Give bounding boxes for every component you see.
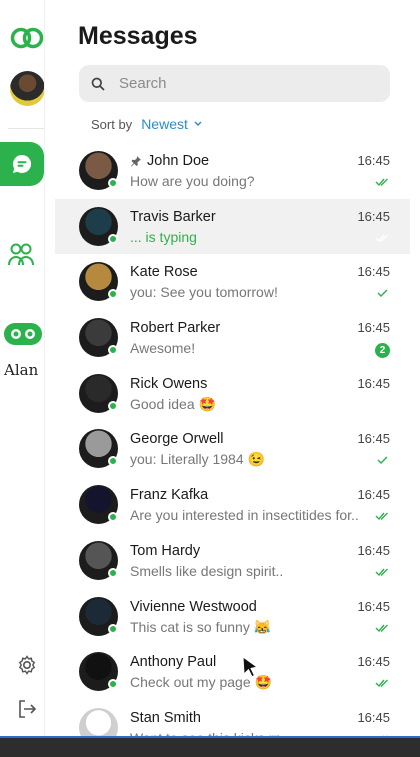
contact-name: John Doe xyxy=(147,153,210,169)
rail-divider xyxy=(8,128,46,129)
contact-name-row: Vivienne Westwood xyxy=(130,599,257,615)
nav-messages-button[interactable] xyxy=(0,142,44,186)
search-icon xyxy=(91,77,105,91)
message-time: 16:45 xyxy=(357,709,390,725)
message-time: 16:45 xyxy=(357,264,390,280)
sort-control: Sort by Newest xyxy=(91,116,202,132)
conversation-item[interactable]: Vivienne Westwood This cat is so funny 😹 1… xyxy=(55,589,410,645)
contact-name: Anthony Paul xyxy=(130,654,217,671)
online-status-dot xyxy=(108,289,118,300)
contact-name: Robert Parker xyxy=(130,320,221,337)
pin-icon xyxy=(131,156,141,167)
contact-name-row: Kate Rose xyxy=(130,264,198,280)
conversation-item[interactable]: George Orwell you: Literally 1984 😉 16:45 xyxy=(55,421,410,477)
message-time: 16:45 xyxy=(357,487,390,503)
contact-name-row: Tom Hardy xyxy=(130,543,200,559)
online-status-dot xyxy=(108,178,118,188)
conversation-item[interactable]: Robert Parker Awesome! 16:45 2 xyxy=(55,310,410,366)
message-preview: How are you doing? xyxy=(130,173,255,189)
logout-icon[interactable] xyxy=(16,698,38,720)
message-time: 16:45 xyxy=(357,153,390,168)
contact-name-row: John Doe xyxy=(130,153,209,169)
sort-dropdown[interactable]: Newest xyxy=(141,116,188,132)
message-time: 16:45 xyxy=(357,208,390,224)
conversation-list: John Doe How are you doing? 16:45 Travis Ba… xyxy=(55,143,410,756)
double-check-icon xyxy=(375,234,388,242)
contact-name: Kate Rose xyxy=(130,264,198,281)
message-time: 16:45 xyxy=(357,598,390,614)
message-preview: Good idea 🤩 xyxy=(130,395,216,412)
double-check-icon xyxy=(375,624,388,632)
message-preview: you: Literally 1984 😉 xyxy=(130,451,265,468)
contact-name-row: Anthony Paul xyxy=(130,654,216,670)
message-preview: Awesome! xyxy=(130,340,196,357)
gear-icon[interactable] xyxy=(16,654,38,676)
contact-name: Travis Barker xyxy=(130,208,216,225)
app-logo-icon[interactable] xyxy=(10,26,44,50)
messenger-app: Alan Messages Sort by Newest John Doe xyxy=(0,0,420,757)
contact-name: Stan Smith xyxy=(130,709,201,726)
message-preview: you: See you tomorrow! xyxy=(130,284,278,301)
page-title: Messages xyxy=(78,22,198,50)
message-preview: Are you interested in insectitides for.. xyxy=(130,507,359,524)
current-user-name: Alan xyxy=(4,361,39,379)
message-time: 16:45 xyxy=(357,654,390,670)
contact-name: Franz Kafka xyxy=(130,487,209,504)
search-input[interactable] xyxy=(119,75,359,92)
message-time: 16:45 xyxy=(357,431,390,447)
contact-name-row: Rick Owens xyxy=(130,376,207,392)
online-status-dot xyxy=(108,400,118,411)
contact-name-row: Franz Kafka xyxy=(130,487,208,503)
chevron-down-icon[interactable] xyxy=(194,121,202,127)
contact-name-row: Robert Parker xyxy=(130,320,220,336)
contact-name: George Orwell xyxy=(130,431,224,448)
online-status-dot xyxy=(108,679,118,690)
message-time: 16:45 xyxy=(357,542,390,558)
contact-name: Tom Hardy xyxy=(130,542,201,559)
online-status-dot xyxy=(108,623,118,634)
taskbar xyxy=(0,736,420,757)
conversation-item[interactable]: Rick Owens Good idea 🤩 16:45 xyxy=(55,366,410,422)
contact-name: Rick Owens xyxy=(130,375,208,392)
conversation-item[interactable]: Tom Hardy Smells like design spirit.. 16:4… xyxy=(55,533,410,589)
double-check-icon xyxy=(375,568,388,576)
messages-panel: Messages Sort by Newest John Doe How are … xyxy=(44,0,414,757)
contact-name-row: Travis Barker xyxy=(130,209,216,225)
conversation-item[interactable]: Anthony Paul Check out my page 🤩 16:45 xyxy=(55,644,410,700)
message-time: 16:45 xyxy=(357,320,390,336)
double-check-icon xyxy=(375,178,388,187)
contact-name-row: Stan Smith xyxy=(130,710,201,726)
contacts-icon[interactable] xyxy=(7,241,35,267)
online-status-dot xyxy=(108,567,118,578)
chat-bubble-icon xyxy=(12,154,32,173)
contact-name: Vivienne Westwood xyxy=(130,598,257,615)
mouse-cursor-icon xyxy=(242,656,259,678)
online-status-dot xyxy=(108,345,118,356)
conversation-item[interactable]: Franz Kafka Are you interested in insecti… xyxy=(55,477,410,533)
conversation-item[interactable]: Travis Barker ... is typing 16:45 xyxy=(55,198,410,255)
online-status-dot xyxy=(108,456,118,467)
current-user-avatar[interactable] xyxy=(10,71,45,106)
double-check-icon xyxy=(375,512,388,521)
search-bar[interactable] xyxy=(79,65,390,102)
check-icon xyxy=(377,289,388,298)
message-preview: Smells like design spirit.. xyxy=(130,562,284,579)
contact-name-row: George Orwell xyxy=(130,431,223,447)
sort-label: Sort by xyxy=(91,116,133,132)
check-icon xyxy=(377,456,388,465)
online-status-dot xyxy=(108,233,118,244)
bot-icon[interactable] xyxy=(2,320,44,348)
message-time: 16:45 xyxy=(357,375,390,391)
unread-count-badge: 2 xyxy=(375,343,390,359)
online-status-dot xyxy=(108,512,118,523)
typing-indicator: ... is typing xyxy=(130,228,197,245)
double-check-icon xyxy=(375,679,388,688)
message-preview: This cat is so funny 😹 xyxy=(130,618,272,635)
conversation-item[interactable]: Kate Rose you: See you tomorrow! 16:45 xyxy=(55,254,410,310)
conversation-item[interactable]: John Doe How are you doing? 16:45 xyxy=(55,143,410,199)
